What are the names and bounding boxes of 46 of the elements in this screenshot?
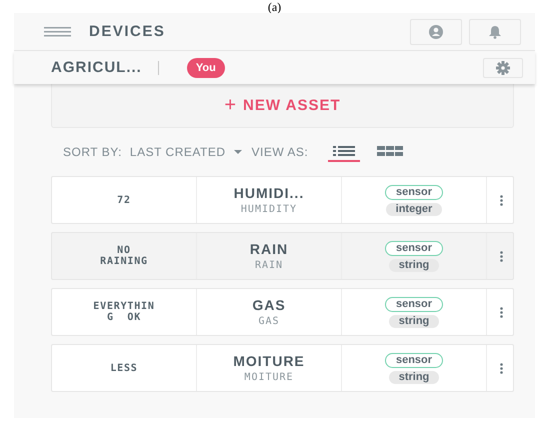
asset-tag: sensor bbox=[384, 240, 444, 256]
asset-tag: string bbox=[388, 370, 440, 384]
asset-tag: sensor bbox=[384, 184, 444, 200]
asset-key: GAS bbox=[258, 316, 280, 327]
user-badge: You bbox=[186, 58, 225, 78]
more-icon bbox=[500, 362, 502, 374]
view-label: VIEW AS: bbox=[252, 145, 308, 159]
more-icon bbox=[500, 194, 502, 206]
asset-row[interactable]: NO RAINING RAIN RAIN sensor string bbox=[51, 232, 514, 280]
notifications-button[interactable] bbox=[469, 18, 521, 44]
settings-button[interactable] bbox=[483, 58, 523, 78]
figure-caption: (a) bbox=[268, 1, 282, 14]
menu-icon[interactable] bbox=[44, 26, 71, 36]
page-title: DEVICES bbox=[89, 23, 166, 40]
asset-name: GAS bbox=[252, 297, 286, 313]
more-icon bbox=[500, 306, 502, 318]
asset-row[interactable]: EVERYTHIN G OK GAS GAS sensor string bbox=[51, 288, 514, 336]
settings-icon bbox=[496, 60, 510, 74]
asset-row[interactable]: LESS MOITURE MOITURE sensor string bbox=[51, 344, 514, 392]
asset-tag: string bbox=[388, 258, 440, 272]
more-icon bbox=[500, 250, 502, 262]
asset-value: EVERYTHIN G OK bbox=[93, 301, 155, 323]
list-view-icon bbox=[333, 146, 356, 156]
asset-name: HUMIDI... bbox=[234, 185, 304, 201]
new-asset-button[interactable]: + NEW ASSET bbox=[51, 84, 514, 128]
asset-tag: string bbox=[388, 314, 440, 328]
grid-view-icon bbox=[377, 146, 404, 156]
caret-icon bbox=[234, 150, 242, 154]
asset-tag: sensor bbox=[384, 296, 444, 312]
asset-value: LESS bbox=[110, 362, 138, 374]
asset-value: NO RAINING bbox=[100, 245, 148, 267]
sort-dropdown[interactable]: LAST CREATED bbox=[130, 145, 226, 159]
asset-value: 72 bbox=[117, 194, 131, 206]
asset-row[interactable]: 72 HUMIDI... HUMIDITY sensor integer bbox=[51, 176, 514, 224]
asset-name: MOITURE bbox=[233, 353, 305, 369]
asset-tag: integer bbox=[386, 202, 442, 216]
asset-tag: sensor bbox=[384, 352, 444, 368]
sort-label: SORT BY: bbox=[63, 145, 122, 159]
bell-icon bbox=[488, 24, 502, 38]
asset-key: HUMIDITY bbox=[240, 204, 298, 215]
profile-button[interactable] bbox=[410, 18, 462, 44]
asset-key: RAIN bbox=[254, 260, 284, 271]
organization-name[interactable]: AGRICUL... bbox=[51, 59, 142, 76]
asset-key: MOITURE bbox=[244, 372, 294, 383]
user-icon bbox=[429, 24, 443, 38]
asset-name: RAIN bbox=[250, 241, 288, 257]
